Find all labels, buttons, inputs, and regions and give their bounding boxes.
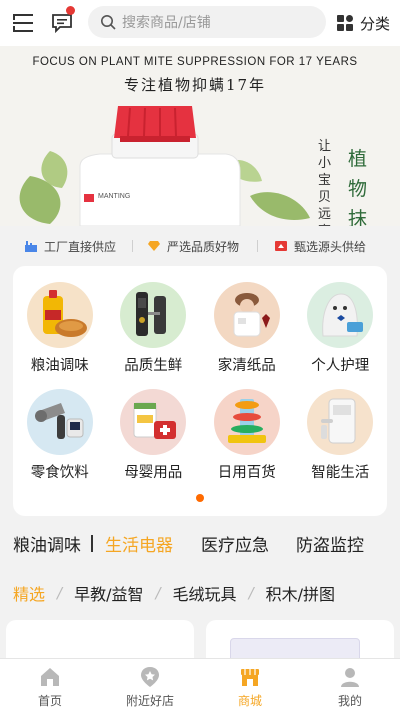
category-item-grain-oil[interactable]: 粮油调味 — [13, 282, 107, 375]
search-input[interactable]: 搜索商品/店铺 — [88, 6, 326, 38]
nav-label: 附近好店 — [125, 694, 174, 708]
home-icon — [41, 668, 59, 686]
category-label: 分类 — [360, 14, 391, 33]
nav-profile[interactable]: 我的 — [300, 659, 400, 711]
fresh-food-icon — [120, 282, 187, 348]
nav-home[interactable]: 首页 — [0, 659, 100, 711]
divider — [132, 240, 134, 252]
tab-separator: / — [57, 584, 63, 602]
bottom-nav: 首页 附近好店 商城 我的 — [0, 658, 400, 711]
subcategory-tab-bar: 精选 / 早教/益智 / 毛绒玩具 / 积木/拼图 — [0, 578, 400, 608]
nav-mall[interactable]: 商城 — [200, 659, 300, 711]
grid-icon — [337, 15, 353, 31]
tab-divider — [91, 534, 93, 552]
profile-icon — [341, 668, 359, 687]
category-label: 家清纸品 — [217, 358, 276, 374]
tab-plush-toys[interactable]: 毛绒玩具 — [173, 581, 237, 605]
feature-label: 严选品质好物 — [167, 239, 240, 254]
source-icon — [275, 241, 288, 251]
feature-label: 工厂直接供应 — [44, 239, 117, 254]
tab-grain-oil[interactable]: 粮油调味 — [13, 531, 81, 556]
banner-vertical-text: 让小宝贝远离 — [318, 139, 332, 226]
nav-label: 我的 — [337, 694, 362, 708]
banner-product-image — [19, 106, 310, 226]
tab-early-education[interactable]: 早教/益智 — [74, 581, 143, 605]
category-item-personal-care[interactable]: 个人护理 — [294, 282, 388, 375]
tab-blocks-puzzles[interactable]: 积木/拼图 — [266, 581, 335, 605]
category-item-smart-life[interactable]: 智能生活 — [294, 389, 388, 482]
banner-brand: MANTING — [98, 193, 131, 200]
category-label: 粮油调味 — [30, 358, 89, 374]
baby-products-icon — [120, 389, 187, 455]
category-grid: 粮油调味 品质生鲜 家清纸品 个人护理 零食饮料 母婴用品 日用百货 智能生活 — [13, 282, 387, 482]
grain-oil-icon — [26, 282, 93, 348]
feature-item: 严选品质好物 — [147, 238, 239, 255]
nav-label: 首页 — [37, 694, 62, 708]
nearby-store-icon — [141, 667, 159, 687]
promo-banner[interactable]: FOCUS ON PLANT MITE SUPPRESSION FOR 17 Y… — [0, 46, 400, 226]
features-strip: 工厂直接供应 严选品质好物 甄选源头供给 — [0, 226, 400, 266]
search-icon — [101, 15, 116, 30]
category-label: 日用百货 — [217, 465, 276, 481]
nav-nearby-stores[interactable]: 附近好店 — [100, 659, 200, 711]
smart-life-icon — [307, 389, 374, 455]
feature-item: 工厂直接供应 — [24, 238, 116, 255]
tab-home-appliances[interactable]: 生活电器 — [105, 531, 173, 556]
tab-security-monitoring[interactable]: 防盗监控 — [296, 531, 364, 556]
category-item-daily-goods[interactable]: 日用百货 — [200, 389, 294, 482]
snacks-drinks-icon — [26, 389, 93, 455]
category-label: 智能生活 — [311, 465, 370, 481]
category-item-baby-products[interactable]: 母婴用品 — [107, 389, 201, 482]
category-label: 零食饮料 — [30, 465, 89, 481]
category-label: 品质生鲜 — [124, 358, 183, 374]
tab-medical-emergency[interactable]: 医疗应急 — [201, 531, 269, 556]
factory-icon — [25, 241, 37, 252]
feature-label: 甄选源头供给 — [294, 239, 367, 254]
banner-headline-cn: 专注植物抑螨17年 — [123, 76, 267, 94]
category-tab-bar: 粮油调味 生活电器 医疗应急 防盗监控 — [0, 526, 400, 560]
banner-vertical-title: 植物抹 — [348, 148, 368, 226]
household-paper-icon — [213, 282, 280, 348]
mall-icon — [241, 669, 259, 686]
personal-care-icon — [307, 282, 374, 348]
category-label: 个人护理 — [311, 358, 370, 374]
category-item-fresh-food[interactable]: 品质生鲜 — [107, 282, 201, 375]
diamond-icon — [148, 241, 161, 251]
feature-item: 甄选源头供给 — [274, 238, 366, 255]
daily-goods-icon — [213, 389, 280, 455]
category-button[interactable]: 分类 — [336, 12, 390, 34]
menu-icon[interactable] — [12, 12, 34, 34]
nav-label: 商城 — [237, 694, 262, 708]
message-badge — [66, 6, 75, 15]
tab-separator: / — [155, 584, 161, 602]
category-label: 母婴用品 — [124, 465, 183, 481]
category-item-snacks-drinks[interactable]: 零食饮料 — [13, 389, 107, 482]
search-placeholder: 搜索商品/店铺 — [122, 15, 211, 31]
divider — [257, 240, 259, 252]
category-card: 粮油调味 品质生鲜 家清纸品 个人护理 零食饮料 母婴用品 日用百货 智能生活 — [13, 266, 387, 516]
tab-separator: / — [248, 584, 254, 602]
banner-headline-en: FOCUS ON PLANT MITE SUPPRESSION FOR 17 Y… — [32, 56, 358, 68]
page-indicator-dot — [196, 494, 204, 502]
category-item-household-paper[interactable]: 家清纸品 — [200, 282, 294, 375]
tab-featured[interactable]: 精选 — [13, 581, 45, 605]
top-bar: 搜索商品/店铺 分类 — [0, 0, 400, 46]
